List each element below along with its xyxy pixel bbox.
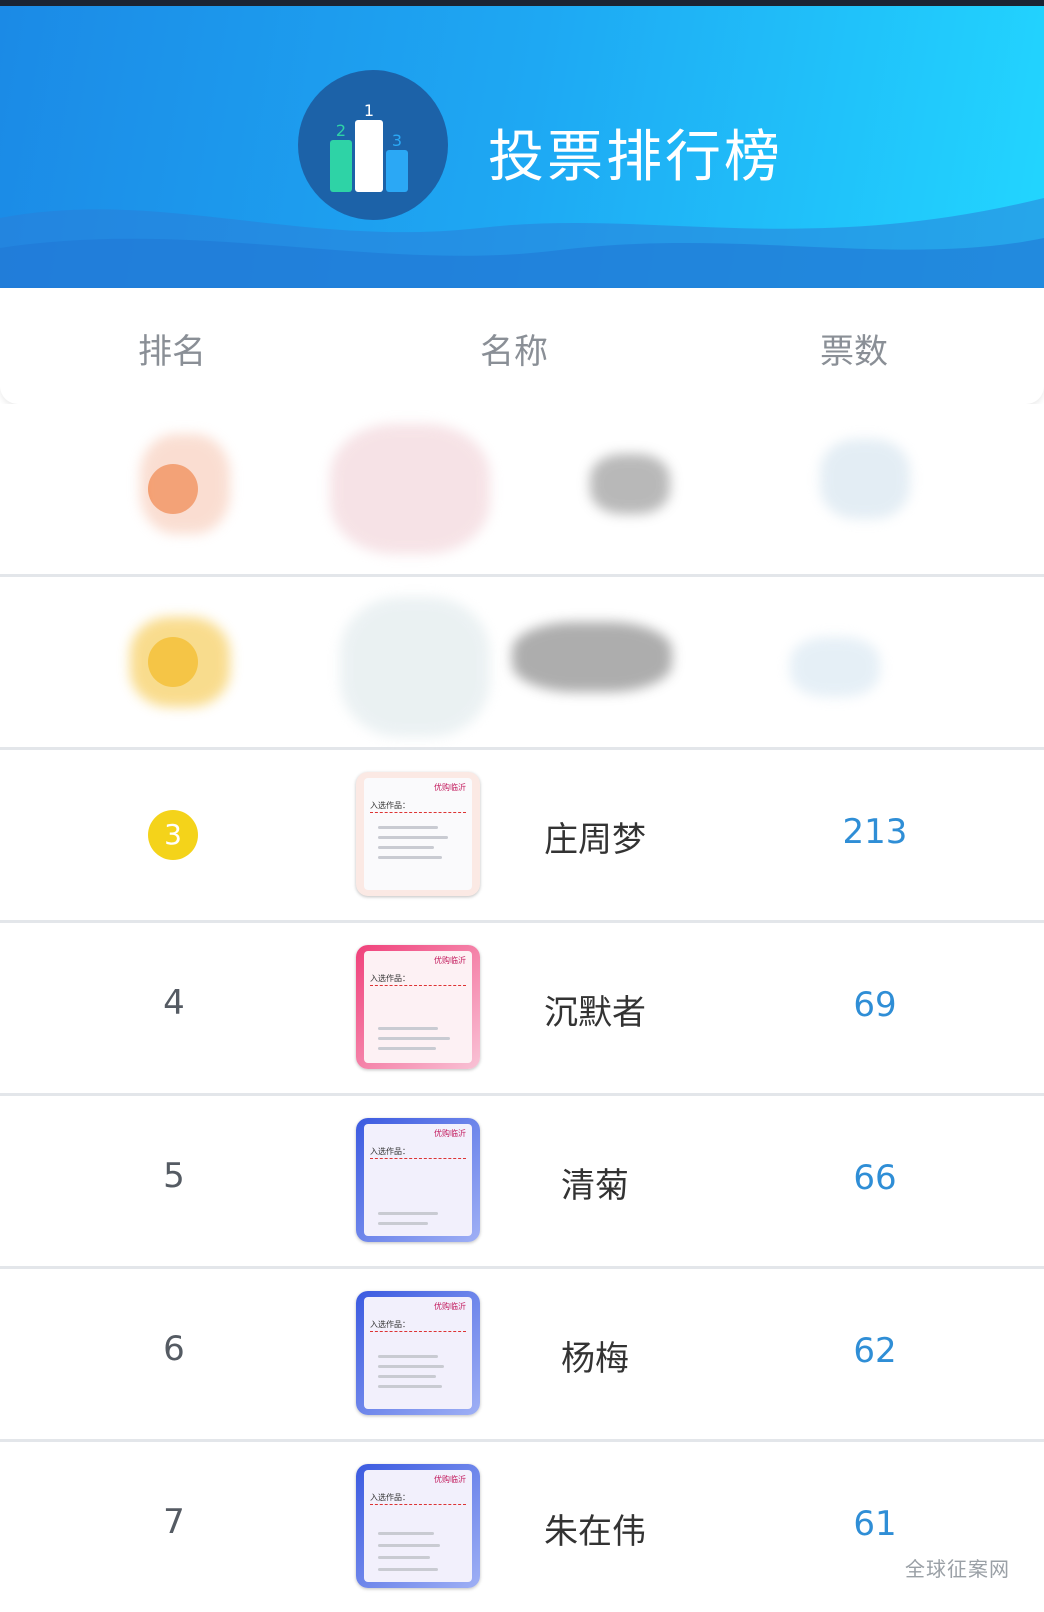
column-votes: 票数 bbox=[820, 332, 888, 372]
entry-thumbnail[interactable]: 优购临沂 入选作品： bbox=[356, 772, 480, 896]
podium-label-3: 3 bbox=[392, 131, 402, 150]
ranking-row[interactable]: 5 优购临沂 入选作品： 清菊 66 bbox=[0, 1096, 1044, 1269]
column-header-bar: 排名 名称 票数 bbox=[0, 288, 1044, 404]
entry-name: 朱在伟 bbox=[544, 1512, 646, 1552]
entry-name bbox=[590, 454, 670, 514]
header-banner: 2 1 3 投票排行榜 bbox=[0, 6, 1044, 288]
rank-number: 5 bbox=[163, 1156, 185, 1196]
ranking-list: 3 优购临沂 入选作品： 庄周梦 213 4 优购临沂 入选作品： 沉默者 69… bbox=[0, 404, 1044, 1612]
ranking-row[interactable]: 7 优购临沂 入选作品： 朱在伟 61 bbox=[0, 1442, 1044, 1612]
rank-number: 6 bbox=[163, 1329, 185, 1369]
entry-name: 杨梅 bbox=[561, 1339, 629, 1379]
wave-decoration bbox=[0, 198, 1044, 288]
rank-number: 4 bbox=[163, 983, 185, 1023]
entry-votes: 66 bbox=[853, 1158, 897, 1198]
entry-thumbnail[interactable] bbox=[330, 424, 490, 554]
ranking-row[interactable]: 4 优购临沂 入选作品： 沉默者 69 bbox=[0, 923, 1044, 1096]
entry-thumbnail[interactable] bbox=[340, 597, 490, 737]
column-rank: 排名 bbox=[138, 332, 206, 372]
thumb-label: 入选作品： bbox=[370, 1320, 410, 1329]
thumb-label: 入选作品： bbox=[370, 801, 410, 810]
column-name: 名称 bbox=[480, 332, 548, 372]
thumb-brand: 优购临沂 bbox=[434, 956, 466, 965]
thumb-brand: 优购临沂 bbox=[434, 783, 466, 792]
entry-name: 沉默者 bbox=[544, 993, 646, 1033]
thumb-label: 入选作品： bbox=[370, 1493, 410, 1502]
entry-thumbnail[interactable]: 优购临沂 入选作品： bbox=[356, 1291, 480, 1415]
podium-icon: 2 1 3 bbox=[330, 101, 408, 192]
entry-name bbox=[512, 622, 672, 692]
entry-votes: 69 bbox=[853, 985, 897, 1025]
entry-votes: 61 bbox=[853, 1504, 897, 1544]
podium-label-2: 2 bbox=[336, 121, 346, 140]
thumb-label: 入选作品： bbox=[370, 1147, 410, 1156]
ranking-row[interactable]: 3 优购临沂 入选作品： 庄周梦 213 bbox=[0, 750, 1044, 923]
entry-thumbnail[interactable]: 优购临沂 入选作品： bbox=[356, 1464, 480, 1588]
entry-name: 庄周梦 bbox=[544, 820, 646, 860]
entry-thumbnail[interactable]: 优购临沂 入选作品： bbox=[356, 945, 480, 1069]
ranking-logo: 2 1 3 bbox=[298, 70, 448, 220]
watermark: 全球征案网 bbox=[905, 1557, 1010, 1581]
entry-name: 清菊 bbox=[561, 1166, 629, 1206]
podium-label-1: 1 bbox=[364, 101, 374, 120]
entry-votes bbox=[790, 637, 880, 697]
entry-votes: 62 bbox=[853, 1331, 897, 1371]
ranking-row[interactable] bbox=[0, 404, 1044, 577]
thumb-brand: 优购临沂 bbox=[434, 1302, 466, 1311]
entry-thumbnail[interactable]: 优购临沂 入选作品： bbox=[356, 1118, 480, 1242]
entry-votes: 213 bbox=[842, 812, 908, 852]
rank-badge: 3 bbox=[148, 810, 198, 860]
ranking-row[interactable] bbox=[0, 577, 1044, 750]
thumb-brand: 优购临沂 bbox=[434, 1129, 466, 1138]
thumb-label: 入选作品： bbox=[370, 974, 410, 983]
thumb-brand: 优购临沂 bbox=[434, 1475, 466, 1484]
ranking-row[interactable]: 6 优购临沂 入选作品： 杨梅 62 bbox=[0, 1269, 1044, 1442]
page-title: 投票排行榜 bbox=[488, 125, 783, 190]
entry-votes bbox=[820, 439, 910, 519]
rank-number: 7 bbox=[163, 1502, 185, 1542]
